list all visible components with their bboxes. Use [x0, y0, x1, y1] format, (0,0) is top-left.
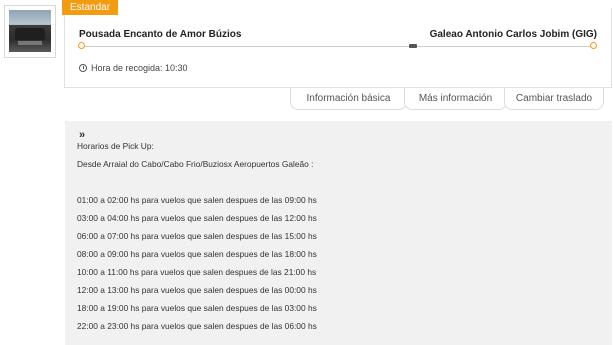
destination-dot-icon — [590, 42, 597, 49]
pickup-time-label: Hora de recogida: 10:30 — [91, 63, 188, 73]
tab-basic-info[interactable]: Información básica — [290, 88, 407, 110]
schedule-line: 22:00 a 23:00 hs para vuelos que salen d… — [77, 321, 317, 331]
car-icon — [409, 44, 417, 48]
transfer-card — [64, 8, 612, 88]
schedule-line: 03:00 a 04:00 hs para vuelos que salen d… — [77, 213, 317, 223]
origin-dot-icon — [78, 42, 85, 49]
info-heading: Horarios de Pick Up: — [77, 141, 154, 151]
vehicle-image — [9, 10, 51, 52]
schedule-line: 08:00 a 09:00 hs para vuelos que salen d… — [77, 249, 317, 259]
schedule-line: 18:00 a 19:00 hs para vuelos que salen d… — [77, 303, 317, 313]
route-line — [82, 46, 592, 47]
schedule-line: 01:00 a 02:00 hs para vuelos que salen d… — [77, 195, 317, 205]
destination-label: Galeao Antonio Carlos Jobim (GIG) — [429, 29, 597, 40]
info-panel: » Horarios de Pick Up: Desde Arraial do … — [65, 121, 612, 345]
pickup-time: Hora de recogida: 10:30 — [79, 63, 188, 73]
info-subheading: Desde Arraial do Cabo/Cabo Frio/Buziosx … — [77, 159, 314, 169]
vehicle-thumbnail — [4, 5, 56, 58]
schedule-line: 06:00 a 07:00 hs para vuelos que salen d… — [77, 231, 317, 241]
origin-label: Pousada Encanto de Amor Búzios — [79, 29, 242, 40]
service-badge: Estandar — [62, 0, 119, 15]
schedule-line: 12:00 a 13:00 hs para vuelos que salen d… — [77, 285, 317, 295]
double-chevron-icon: » — [79, 129, 86, 141]
clock-icon — [79, 64, 87, 72]
tab-bar: Información básica Más información Cambi… — [290, 88, 604, 110]
schedule-line: 10:00 a 11:00 hs para vuelos que salen d… — [77, 267, 317, 277]
tab-change-transfer[interactable]: Cambiar traslado — [504, 88, 604, 110]
tab-more-info[interactable]: Más información — [404, 88, 507, 110]
